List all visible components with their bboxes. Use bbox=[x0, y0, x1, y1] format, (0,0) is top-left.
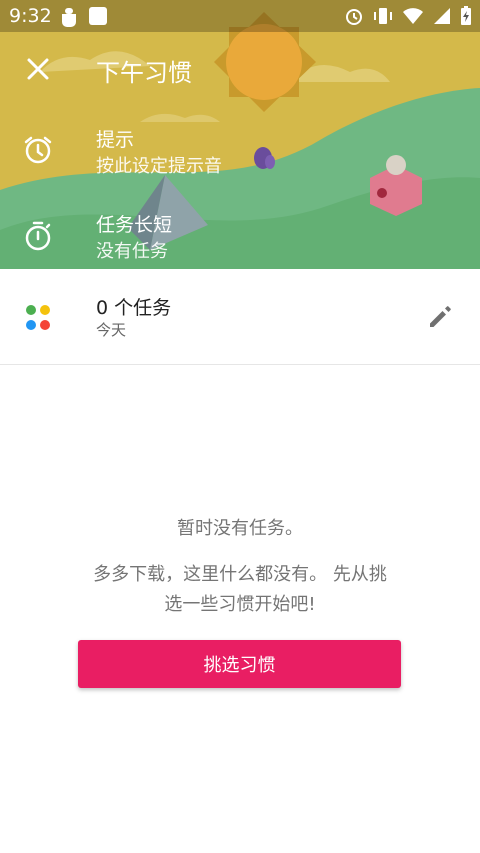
battery-icon bbox=[461, 6, 471, 25]
close-icon bbox=[27, 58, 49, 80]
status-time: 9:32 bbox=[9, 5, 52, 27]
edit-button[interactable] bbox=[427, 304, 453, 330]
task-summary: 0 个任务 今天 bbox=[0, 269, 480, 365]
duration-title: 任务长短 bbox=[96, 214, 173, 236]
signal-icon bbox=[434, 8, 450, 24]
pick-habits-button[interactable]: 挑选习惯 bbox=[78, 640, 401, 688]
timer-icon bbox=[22, 220, 54, 252]
status-bar: 9:32 bbox=[0, 0, 480, 32]
square-icon bbox=[89, 7, 107, 25]
landscape-illustration bbox=[0, 0, 480, 269]
pencil-icon bbox=[430, 306, 451, 327]
empty-state-heading: 暂时没有任务。 bbox=[177, 518, 303, 539]
empty-state-message: 多多下载，这里什么都没有。 先从挑选一些习惯开始吧! bbox=[93, 564, 387, 615]
reminder-subtitle: 按此设定提示音 bbox=[96, 156, 222, 177]
bug-icon bbox=[62, 8, 76, 27]
close-button[interactable] bbox=[22, 56, 54, 84]
page-title: 下午习惯 bbox=[96, 59, 192, 87]
day-label: 今天 bbox=[96, 321, 127, 339]
color-dots-icon bbox=[26, 305, 50, 330]
alarm-clock-icon bbox=[22, 134, 54, 166]
header-illustration: 下午习惯 提示 按此设定提示音 任务长短 没有任务 bbox=[0, 0, 480, 269]
duration-subtitle: 没有任务 bbox=[96, 241, 168, 262]
task-count: 0 个任务 bbox=[96, 297, 172, 319]
reminder-title: 提示 bbox=[96, 129, 135, 151]
wifi-icon bbox=[403, 8, 423, 24]
vibrate-icon bbox=[374, 8, 392, 24]
alarm-icon bbox=[346, 9, 362, 25]
